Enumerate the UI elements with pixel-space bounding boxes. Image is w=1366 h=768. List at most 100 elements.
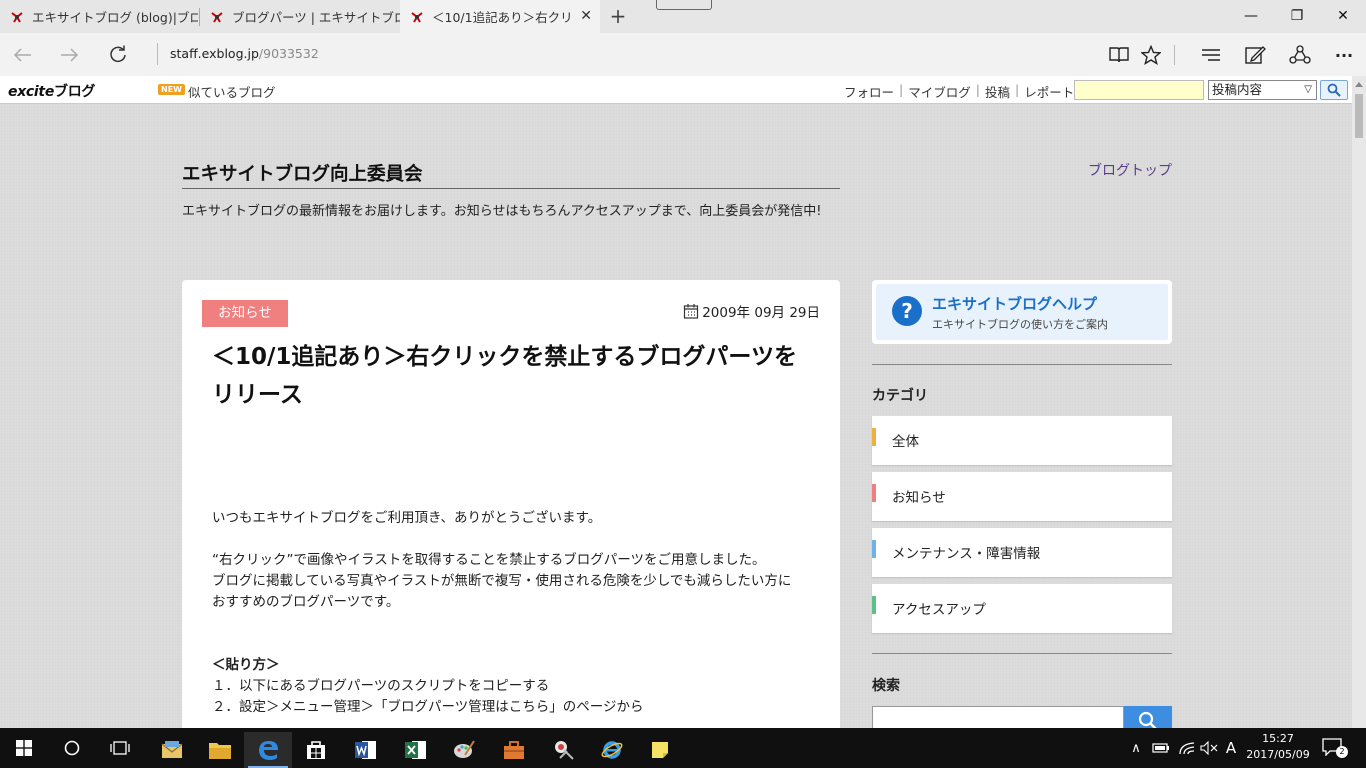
refresh-icon: [110, 45, 126, 63]
post-date: 2009年 09月 29日: [683, 301, 820, 321]
sidebar-search-button[interactable]: [1124, 706, 1172, 728]
blog-description: エキサイトブログの最新情報をお届けします。お知らせはもちろんアクセスアップまで、…: [182, 204, 822, 219]
tab-3-active[interactable]: ＜10/1追記あり＞右クリッ ✕: [400, 0, 600, 33]
search-scope-value: 投稿内容: [1212, 82, 1263, 97]
category-item-all[interactable]: 全体: [872, 416, 1172, 465]
taskbar-store[interactable]: [292, 732, 340, 768]
my-blog-link[interactable]: マイブログ: [908, 82, 971, 101]
category-item-news[interactable]: お知らせ: [872, 472, 1172, 521]
scroll-up-arrow-icon[interactable]: [1355, 82, 1363, 87]
category-color-bar: [872, 428, 876, 446]
web-note-icon: [1245, 46, 1266, 64]
back-icon: [13, 48, 31, 62]
report-link[interactable]: レポート: [1024, 82, 1074, 101]
close-tab-icon[interactable]: ✕: [580, 8, 592, 24]
follow-link[interactable]: フォロー: [844, 82, 894, 101]
share-button[interactable]: [1286, 41, 1314, 69]
favorite-button[interactable]: [1137, 41, 1165, 69]
taskbar-edge[interactable]: [244, 732, 292, 768]
help-banner-inner: ? エキサイトブログヘルプ エキサイトブログの使い方をご案内: [876, 284, 1168, 340]
post-body: いつもエキサイトブログをご利用頂き、ありがとうございます。 “右クリック”で画像…: [212, 508, 792, 718]
clock-date: 2017/05/09: [1246, 748, 1310, 761]
battery-icon: [1152, 743, 1169, 753]
sticky-notes-icon: [652, 742, 668, 758]
category-badge[interactable]: お知らせ: [202, 300, 288, 327]
cortana-button[interactable]: [48, 728, 96, 768]
taskbar-file-explorer[interactable]: [196, 732, 244, 768]
internet-explorer-icon: [601, 741, 623, 759]
category-label: メンテナンス・障害情報: [892, 546, 1041, 562]
vertical-scrollbar[interactable]: [1352, 76, 1366, 728]
tab-2[interactable]: ブログパーツ | エキサイトブログ: [200, 0, 400, 33]
windows-taskbar: ∧ A 15:27 2017/05/09 2: [0, 728, 1366, 768]
taskbar-excel[interactable]: [392, 732, 440, 768]
forward-button[interactable]: [56, 41, 84, 69]
body-line: “右クリック”で画像やイラストを取得することを禁止するブログパーツをご用意しまし…: [212, 552, 766, 568]
tab-preview-handle[interactable]: [656, 0, 712, 10]
volume-muted-icon[interactable]: [1200, 740, 1218, 756]
category-label: アクセスアップ: [892, 602, 986, 618]
taskbar-toolbox[interactable]: [490, 732, 538, 768]
start-button[interactable]: [0, 728, 48, 768]
excite-site-bar: exciteブログ NEW 似ているブログ フォロー | マイブログ | 投稿 …: [0, 76, 1352, 104]
network-icon[interactable]: [1178, 740, 1196, 756]
help-banner[interactable]: ? エキサイトブログヘルプ エキサイトブログの使い方をご案内: [872, 280, 1172, 344]
taskbar-internet-explorer[interactable]: [588, 732, 636, 768]
category-item-access-up[interactable]: アクセスアップ: [872, 584, 1172, 633]
word-icon: [355, 741, 376, 759]
excite-favicon-icon: [411, 11, 423, 23]
body-line: おすすめのブログパーツです。: [212, 594, 400, 610]
task-view-button[interactable]: [96, 728, 144, 768]
wifi-icon: [1179, 742, 1195, 755]
help-title: エキサイトブログヘルプ: [932, 295, 1098, 313]
search-scope-select[interactable]: 投稿内容 ▽: [1208, 80, 1317, 100]
tab-1[interactable]: エキサイトブログ (blog)|ブログパ: [0, 0, 198, 33]
minimize-button[interactable]: —: [1228, 0, 1274, 33]
sidebar-search-input[interactable]: [872, 706, 1124, 728]
taskbar-word[interactable]: [342, 732, 390, 768]
blog-top-link[interactable]: ブログトップ: [1088, 160, 1172, 180]
site-search-button[interactable]: [1320, 80, 1348, 100]
site-search-input[interactable]: [1074, 80, 1204, 100]
system-clock[interactable]: 15:27 2017/05/09: [1246, 731, 1310, 763]
question-icon: ?: [892, 296, 922, 326]
address-path: /9033532: [258, 46, 319, 61]
category-label: お知らせ: [892, 490, 946, 506]
category-color-bar: [872, 540, 876, 558]
link-separator: |: [1014, 82, 1020, 97]
hub-button[interactable]: [1197, 41, 1225, 69]
excite-blog-logo[interactable]: exciteブログ: [8, 81, 95, 101]
refresh-button[interactable]: [104, 41, 132, 69]
address-bar[interactable]: staff.exblog.jp/9033532: [157, 43, 319, 65]
chevron-down-icon: ▽: [1304, 84, 1312, 95]
close-window-button[interactable]: ✕: [1320, 0, 1366, 33]
taskbar-mail-app[interactable]: [148, 732, 196, 768]
web-note-button[interactable]: [1241, 41, 1269, 69]
category-color-bar: [872, 484, 876, 502]
paint-icon: [454, 740, 475, 758]
similar-blogs-link[interactable]: 似ているブログ: [188, 82, 276, 101]
post-link[interactable]: 投稿: [985, 82, 1010, 101]
blog-title[interactable]: エキサイトブログ向上委員会: [182, 160, 423, 186]
taskbar-snipping[interactable]: [540, 732, 588, 768]
help-subtitle: エキサイトブログの使い方をご案内: [932, 318, 1108, 331]
sidebar-divider: [872, 364, 1172, 365]
tray-chevron-icon[interactable]: ∧: [1128, 740, 1144, 756]
more-button[interactable]: ···: [1330, 41, 1358, 69]
action-center-button[interactable]: 2: [1322, 738, 1348, 758]
sidebar-divider: [872, 653, 1172, 654]
taskbar-sticky-notes[interactable]: [636, 732, 684, 768]
edge-icon: [259, 741, 278, 760]
new-tab-button[interactable]: +: [606, 4, 630, 28]
back-button[interactable]: [8, 41, 36, 69]
excite-favicon-icon: [11, 11, 23, 23]
new-badge: NEW: [158, 84, 185, 95]
scroll-thumb[interactable]: [1355, 94, 1363, 138]
taskbar-paint[interactable]: [440, 732, 488, 768]
maximize-button[interactable]: ❐: [1274, 0, 1320, 33]
category-item-maintenance[interactable]: メンテナンス・障害情報: [872, 528, 1172, 577]
battery-icon[interactable]: [1152, 740, 1170, 756]
ime-indicator[interactable]: A: [1222, 739, 1240, 757]
reading-view-button[interactable]: [1105, 41, 1133, 69]
tab-1-label: エキサイトブログ (blog)|ブログパ: [32, 10, 198, 25]
